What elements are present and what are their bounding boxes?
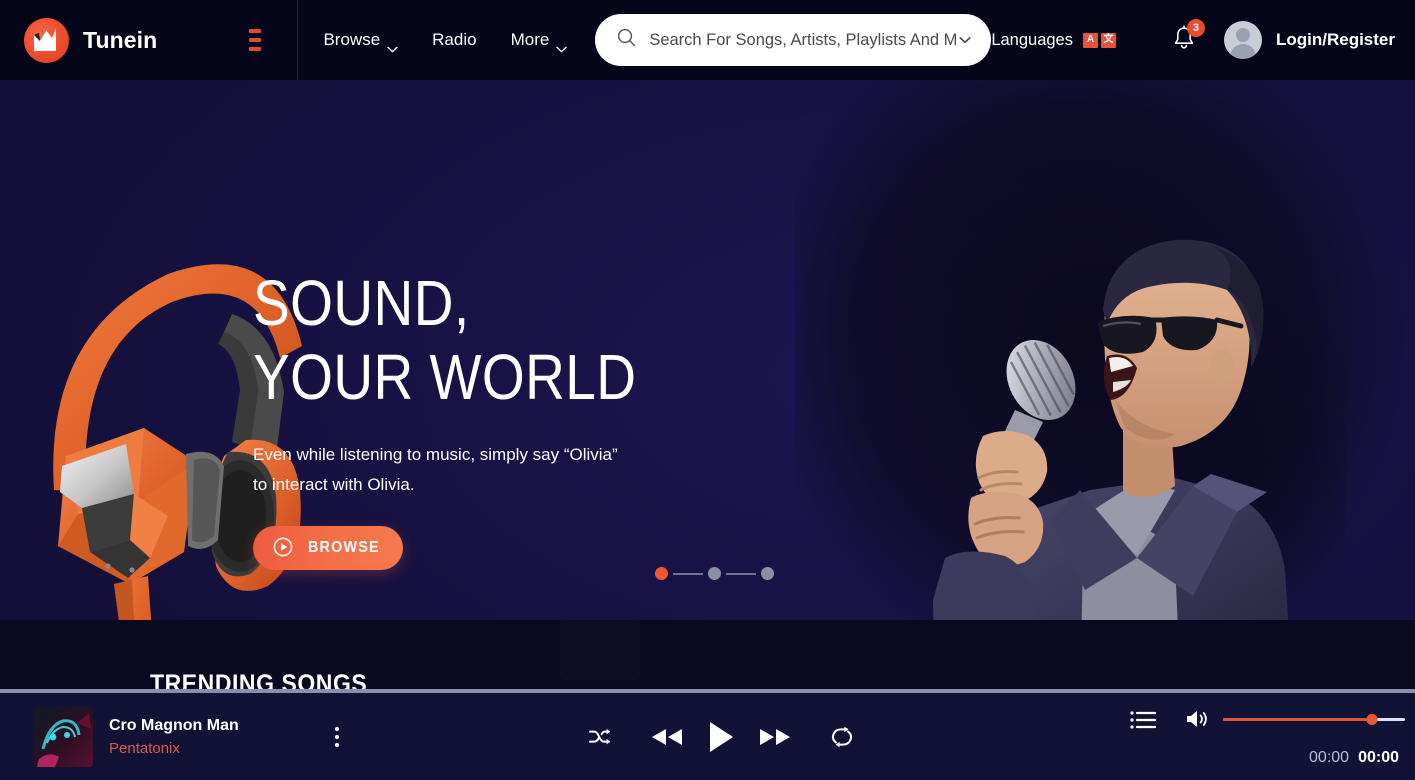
chevron-down-icon <box>556 38 568 52</box>
play-icon[interactable] <box>704 719 738 755</box>
carousel-dot-3[interactable] <box>761 567 774 580</box>
now-playing-meta: Cro Magnon Man Pentatonix <box>109 717 239 757</box>
hero-title-line-2: YOUR WORLD <box>253 341 637 413</box>
playback-time: 00:00 00:00 <box>1309 749 1399 767</box>
playlist-icon[interactable] <box>1130 710 1157 730</box>
brand-logo[interactable]: Tunein <box>24 17 158 63</box>
tunein-music-app: Tunein Browse Radio More Search For Song… <box>0 0 1415 780</box>
avatar-body <box>1229 44 1256 59</box>
notification-count-badge: 3 <box>1186 19 1205 37</box>
now-playing: Cro Magnon Man Pentatonix <box>33 706 343 767</box>
header-actions: Languages A 文 3 Login/Register <box>991 19 1399 59</box>
more-dot <box>334 726 339 731</box>
volume-high-icon[interactable] <box>1185 708 1211 730</box>
carousel-connector <box>673 572 703 575</box>
search-icon <box>617 28 636 52</box>
brand-name: Tunein <box>83 26 158 53</box>
track-title: Cro Magnon Man <box>109 716 239 734</box>
volume-knob[interactable] <box>1366 714 1378 725</box>
time-duration: 00:00 <box>1358 749 1399 766</box>
nav-label: Radio <box>432 30 477 49</box>
volume-slider[interactable] <box>1223 714 1405 725</box>
nav-label: Browse <box>323 30 381 49</box>
volume-fill <box>1223 718 1373 721</box>
carousel-dot-1[interactable] <box>655 567 668 580</box>
nav-item-browse[interactable]: Browse <box>323 30 398 52</box>
hamburger-bar <box>249 47 262 51</box>
more-dot <box>334 742 339 747</box>
m-logo-icon <box>24 17 69 63</box>
hamburger-bar <box>249 38 262 42</box>
more-vertical-icon[interactable] <box>331 723 343 751</box>
browse-button[interactable]: BROWSE <box>253 526 403 570</box>
carousel-connector <box>726 572 756 575</box>
carousel-pagination <box>655 567 774 580</box>
singer-with-microphone-image <box>875 160 1385 620</box>
play-circle-icon <box>273 537 293 560</box>
search-chevron-down-icon[interactable] <box>959 31 971 49</box>
fast-forward-icon[interactable] <box>756 722 794 752</box>
hero-subtitle-line-2: to interact with Olivia. <box>253 475 415 494</box>
more-dot <box>334 734 339 739</box>
trending-songs-section: TRENDING SONGS <box>0 620 1415 700</box>
chevron-down-icon <box>387 38 398 52</box>
hero-content: SOUND, YOUR WORLD Even while listening t… <box>253 266 683 570</box>
repeat-icon[interactable] <box>827 722 857 752</box>
browse-button-label: BROWSE <box>307 539 380 556</box>
translate-badge-latin: A <box>1082 32 1098 48</box>
hero-carousel: SOUND, YOUR WORLD Even while listening t… <box>0 80 1415 620</box>
search-input[interactable]: Search For Songs, Artists, Playlists And… <box>649 31 957 50</box>
hero-title-line-1: SOUND, <box>253 267 470 339</box>
shuffle-icon[interactable] <box>585 722 615 752</box>
hamburger-bar <box>249 29 262 33</box>
player-bar: Cro Magnon Man Pentatonix 00:00 00:00 <box>0 693 1415 780</box>
trending-card-placeholder[interactable] <box>560 620 640 680</box>
avatar-head <box>1235 28 1250 42</box>
nav-item-radio[interactable]: Radio <box>432 30 476 50</box>
album-artwork-image[interactable] <box>33 706 93 767</box>
nav-item-more[interactable]: More <box>510 30 568 52</box>
hamburger-menu-icon[interactable] <box>249 29 262 51</box>
bell-icon <box>1172 25 1196 55</box>
carousel-dot-2[interactable] <box>708 567 721 580</box>
login-register-button[interactable]: Login/Register <box>1276 30 1395 50</box>
languages-label: Languages <box>991 30 1073 49</box>
search-bar[interactable]: Search For Songs, Artists, Playlists And… <box>595 14 992 66</box>
translate-badge-cjk: 文 <box>1100 32 1116 48</box>
rewind-icon[interactable] <box>648 722 686 752</box>
player-controls <box>585 719 857 755</box>
track-artist[interactable]: Pentatonix <box>109 740 239 757</box>
player-right-controls: 00:00 00:00 <box>1055 693 1415 780</box>
hero-subtitle-line-1: Even while listening to music, simply sa… <box>253 445 618 464</box>
notifications-button[interactable]: 3 <box>1172 19 1205 55</box>
languages-button[interactable]: Languages A 文 <box>991 31 1116 50</box>
nav-label: More <box>510 30 550 49</box>
site-header: Tunein Browse Radio More Search For Song… <box>0 0 1415 80</box>
translate-icon: A 文 <box>1082 32 1116 48</box>
avatar[interactable] <box>1223 21 1262 59</box>
time-current: 00:00 <box>1309 749 1350 766</box>
main-navigation: Browse Radio More <box>323 30 568 52</box>
